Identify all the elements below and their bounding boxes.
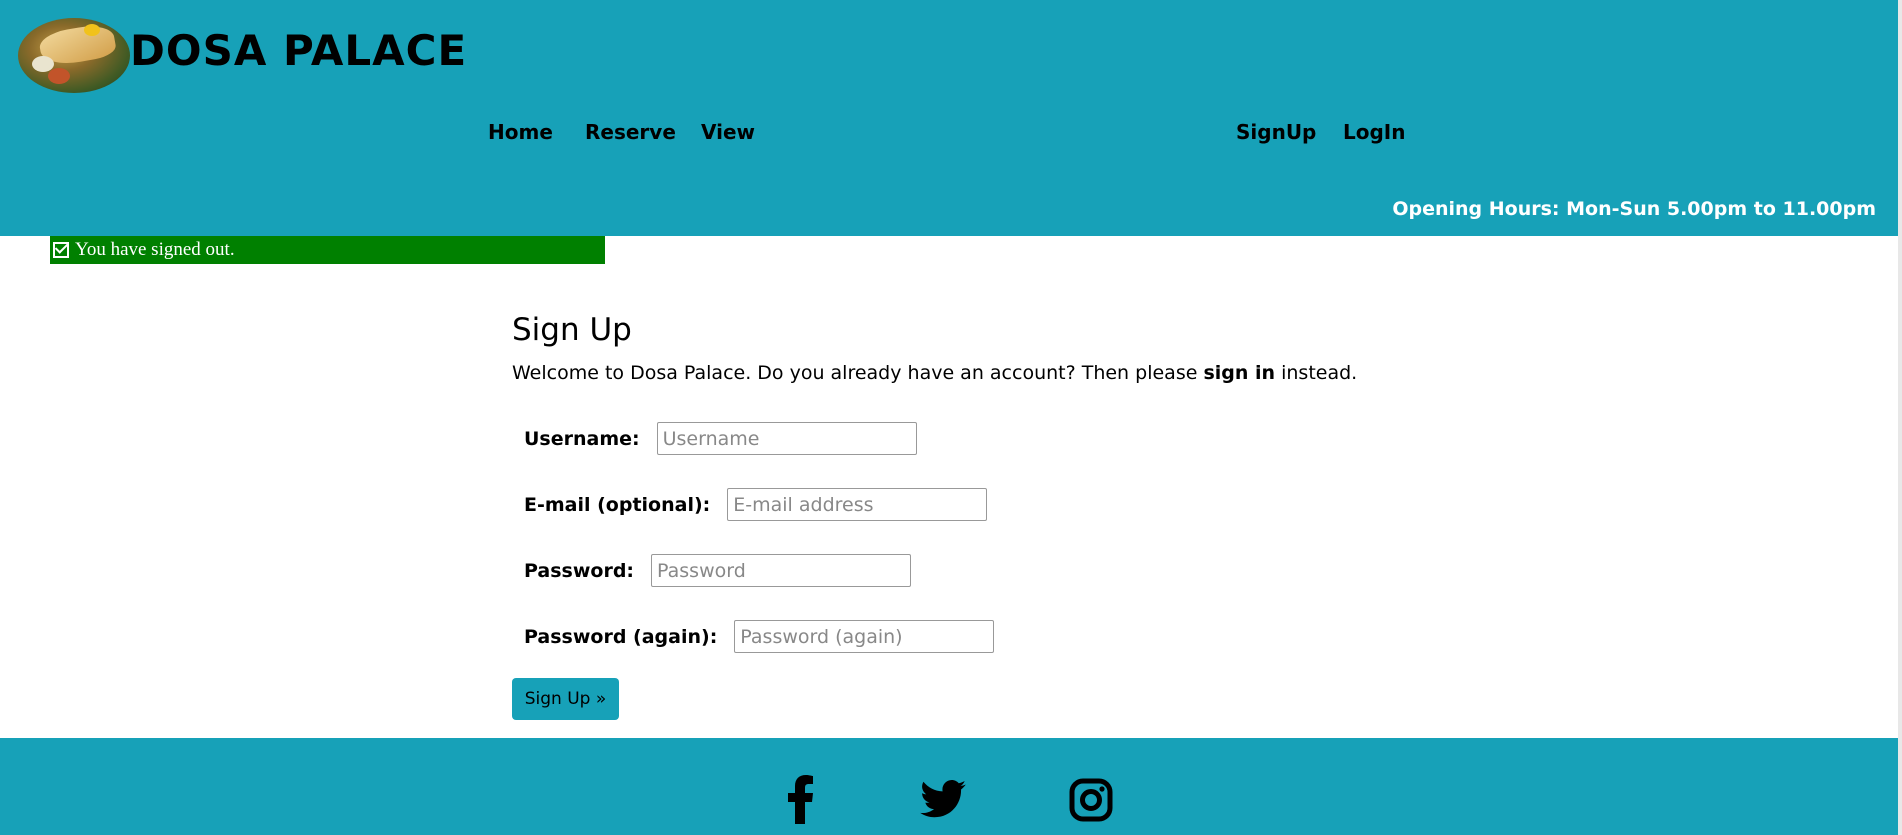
signup-submit-button[interactable]: Sign Up » bbox=[512, 678, 619, 720]
password-again-input[interactable] bbox=[734, 620, 995, 653]
brand-name[interactable]: DOSA PALACE bbox=[130, 26, 467, 75]
sign-in-link[interactable]: sign in bbox=[1203, 362, 1275, 384]
password-label: Password: bbox=[524, 559, 635, 582]
page-title: Sign Up bbox=[512, 312, 632, 348]
password-input[interactable] bbox=[651, 554, 912, 587]
username-row: Username: bbox=[524, 422, 917, 455]
form-intro: Welcome to Dosa Palace. Do you already h… bbox=[512, 362, 1357, 384]
nav-reserve[interactable]: Reserve bbox=[585, 120, 676, 144]
alert-message: You have signed out. bbox=[75, 239, 235, 260]
facebook-icon[interactable] bbox=[783, 774, 817, 828]
email-label: E-mail (optional): bbox=[524, 493, 711, 516]
logo-image[interactable] bbox=[18, 18, 130, 93]
nav-signup[interactable]: SignUp bbox=[1236, 120, 1316, 144]
bowl-graphic bbox=[84, 24, 100, 36]
nav-login[interactable]: LogIn bbox=[1343, 120, 1405, 144]
password-again-label: Password (again): bbox=[524, 625, 718, 648]
intro-text: Welcome to Dosa Palace. Do you already h… bbox=[512, 362, 1204, 384]
check-square-icon bbox=[53, 242, 69, 258]
email-input[interactable] bbox=[727, 488, 988, 521]
nav-view[interactable]: View bbox=[701, 120, 755, 144]
site-header: DOSA PALACE Home Reserve View SignUp Log… bbox=[0, 0, 1898, 236]
username-label: Username: bbox=[524, 427, 640, 450]
intro-text-end: instead. bbox=[1275, 362, 1358, 384]
opening-hours: Opening Hours: Mon-Sun 5.00pm to 11.00pm bbox=[1392, 198, 1876, 220]
bowl-graphic bbox=[48, 68, 70, 84]
email-row: E-mail (optional): bbox=[524, 488, 988, 521]
scrollbar[interactable] bbox=[1898, 0, 1902, 835]
password-row: Password: bbox=[524, 554, 912, 587]
site-footer bbox=[0, 738, 1898, 835]
signout-alert: You have signed out. bbox=[50, 236, 605, 264]
username-input[interactable] bbox=[656, 422, 917, 455]
nav-home[interactable]: Home bbox=[488, 120, 553, 144]
twitter-icon[interactable] bbox=[920, 780, 966, 822]
instagram-icon[interactable] bbox=[1069, 778, 1113, 826]
password-again-row: Password (again): bbox=[524, 620, 995, 653]
